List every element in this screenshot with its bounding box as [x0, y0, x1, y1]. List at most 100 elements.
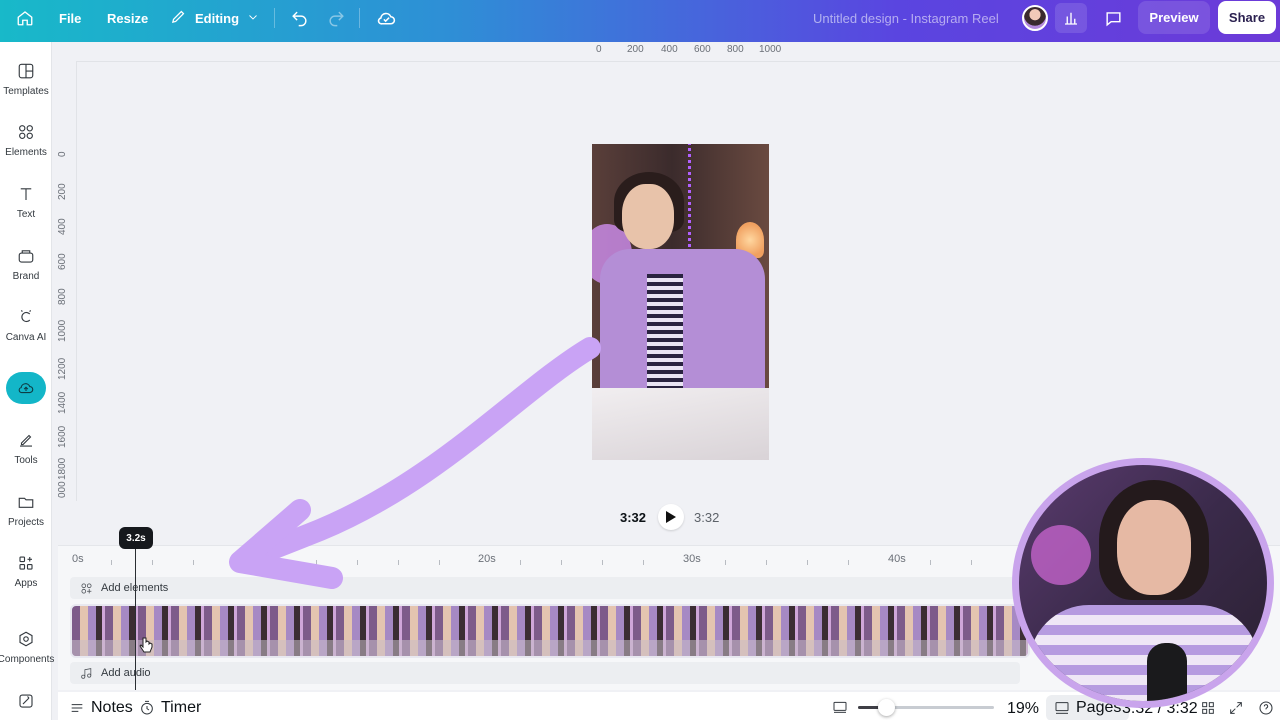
share-button[interactable]: Share [1218, 1, 1276, 34]
ruler-top-line [76, 61, 1280, 62]
help-icon [1259, 701, 1273, 715]
help-button[interactable] [1258, 700, 1280, 716]
add-audio-label: Add audio [101, 667, 151, 679]
add-elements-track[interactable]: Add elements [70, 577, 1020, 599]
grid-view-button[interactable] [1200, 700, 1222, 716]
sidebar-label-projects: Projects [7, 517, 45, 528]
timer-label: Timer [161, 699, 202, 716]
ruler-tick-label: 1800 [57, 457, 68, 480]
comment-icon[interactable] [1097, 3, 1129, 33]
presenter-webcam-overlay [1012, 458, 1274, 708]
playback-controls: 3:32 3:32 [620, 504, 720, 530]
upload-icon [6, 372, 46, 404]
playhead-line[interactable] [135, 549, 136, 690]
add-audio-track[interactable]: Add audio [70, 662, 1020, 684]
ruler-tick-label: 600 [694, 44, 711, 55]
video-clip-track[interactable] [70, 604, 1030, 658]
templates-icon [18, 63, 34, 79]
fullscreen-icon [1230, 702, 1242, 714]
zoom-slider-handle[interactable] [878, 699, 895, 716]
timeline-tick [807, 560, 808, 565]
notes-icon [71, 704, 83, 712]
sidebar-label-text: Text [16, 209, 36, 220]
timeline-tick [193, 560, 194, 565]
ruler-tick-label: 800 [727, 44, 744, 55]
cloud-saved-icon[interactable] [376, 0, 397, 36]
ruler-tick-label: 200 [627, 44, 644, 55]
preview-button[interactable]: Preview [1138, 1, 1210, 34]
ruler-tick-label: 0 [596, 44, 602, 55]
playhead-time-tooltip[interactable]: 3.2s [119, 527, 153, 549]
sidebar-item-magic[interactable] [0, 692, 52, 710]
timeline-tick [439, 560, 440, 565]
timeline-tick [930, 560, 931, 565]
timeline-tick-label: 20s [478, 553, 496, 565]
timeline-tick [316, 560, 317, 565]
apps-icon [19, 556, 33, 570]
ruler-tick-label: 1000 [759, 44, 782, 55]
timeline-tick [275, 560, 276, 565]
timeline-ruler: 0s 20s 30s 40s [70, 553, 1030, 569]
elements-icon [19, 125, 33, 139]
notes-label: Notes [91, 699, 133, 716]
redo-icon[interactable] [327, 0, 346, 36]
sidebar-item-elements[interactable]: Elements [0, 123, 52, 158]
total-time: 3:32 [694, 509, 720, 525]
sidebar-label-canva-ai: Canva AI [5, 332, 47, 343]
text-icon [20, 188, 32, 200]
fullscreen-button[interactable] [1228, 700, 1250, 716]
sidebar-item-components[interactable]: Components [0, 630, 54, 665]
design-page-video[interactable] [592, 144, 769, 460]
timeline-tick [848, 560, 849, 565]
timeline-tick [561, 560, 562, 565]
user-avatar[interactable] [1022, 5, 1048, 31]
analytics-icon[interactable] [1055, 3, 1087, 33]
timer-button[interactable]: Timer [139, 699, 201, 717]
editing-mode-label: Editing [195, 10, 240, 26]
editing-mode-dropdown[interactable]: Editing [170, 0, 259, 36]
sidebar-item-templates[interactable]: Templates [0, 62, 52, 97]
projects-icon [18, 497, 34, 508]
page-view-icon [833, 701, 847, 713]
home-icon[interactable] [16, 0, 34, 36]
sidebar-label-brand: Brand [12, 271, 40, 282]
file-menu[interactable]: File [59, 0, 81, 36]
sidebar-item-brand[interactable]: Brand [0, 247, 52, 282]
zoom-percentage[interactable]: 19% [1007, 700, 1039, 718]
timeline-tick [971, 560, 972, 565]
pencil-icon [170, 8, 187, 28]
timeline-tick [234, 560, 235, 565]
ruler-left-line [76, 61, 77, 501]
sidebar-item-canva-ai[interactable]: Canva AI [0, 308, 52, 343]
ruler-tick-label: 1000 [57, 319, 68, 342]
page-view-button[interactable] [832, 699, 854, 715]
sidebar-label-templates: Templates [3, 86, 49, 97]
undo-icon[interactable] [290, 0, 309, 36]
timeline-tick [520, 560, 521, 565]
sidebar-item-text[interactable]: Text [0, 185, 52, 220]
timeline-tick [725, 560, 726, 565]
notes-button[interactable]: Notes [69, 699, 133, 717]
timeline-tick-label: 0s [72, 553, 84, 565]
music-note-icon [81, 667, 92, 679]
sidebar-item-apps[interactable]: Apps [0, 554, 52, 589]
ruler-tick-label: 1200 [57, 357, 68, 380]
chevron-down-icon [247, 11, 259, 26]
left-ruler: 0 200 400 600 800 1000 1200 1400 1600 18… [57, 140, 71, 500]
pages-icon [1055, 702, 1069, 714]
timeline-tick [152, 560, 153, 565]
design-title[interactable]: Untitled design - Instagram Reel [813, 11, 999, 26]
ruler-tick-label: 200 [57, 183, 68, 200]
sidebar-item-projects[interactable]: Projects [0, 493, 52, 528]
resize-button[interactable]: Resize [107, 0, 148, 36]
ruler-tick-label: 000 [57, 481, 68, 498]
ruler-tick-label: 400 [57, 218, 68, 235]
hand-cursor-icon [139, 637, 153, 653]
play-button[interactable] [658, 504, 685, 530]
sidebar-item-uploads[interactable] [0, 372, 52, 404]
sidebar-item-tools[interactable]: Tools [0, 431, 52, 466]
timeline-tick [111, 560, 112, 565]
elements-icon [81, 583, 92, 593]
timeline-tick [766, 560, 767, 565]
brand-icon [18, 250, 34, 263]
